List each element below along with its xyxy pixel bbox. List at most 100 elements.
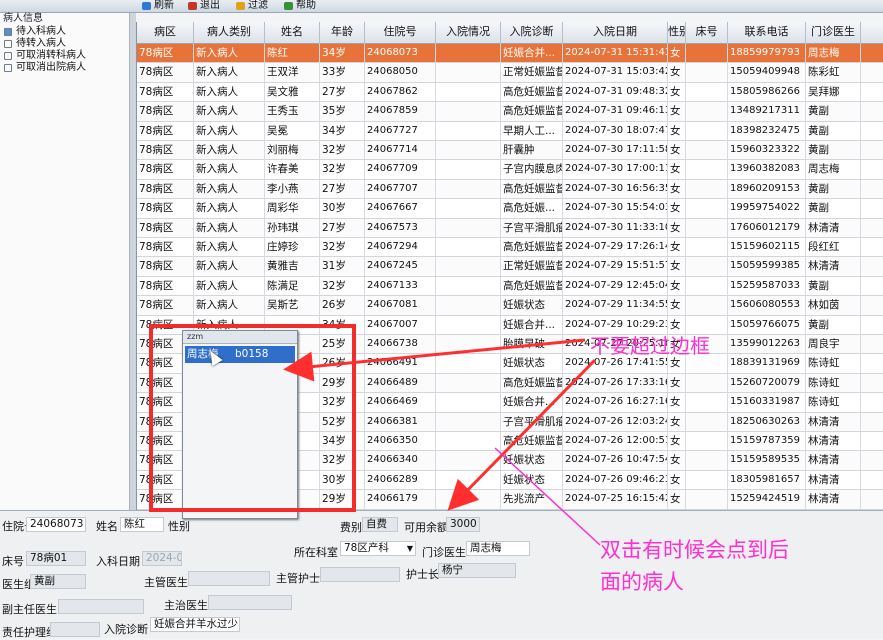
table-cell: 李小燕 [265, 180, 320, 199]
table-cell: 18305981657 [728, 471, 806, 490]
doctor-picker-popup[interactable]: zzm 周志梅 b0158 [182, 330, 298, 519]
table-cell: 15260720079 [728, 374, 806, 393]
table-cell [686, 160, 728, 179]
table-row[interactable]: 78病区新入病人王双洋33岁24068050正常妊娠监督2024-07-31 1… [137, 63, 883, 82]
tree-checkbox[interactable] [4, 40, 12, 48]
table-row[interactable]: 78病区新入病人吴文雅27岁24067862高危妊娠监督2024-07-31 0… [137, 83, 883, 102]
tree-item-cancel-discharge[interactable]: 可取消出院病人 [2, 62, 129, 74]
outpatient-doctor-field[interactable]: 周志梅 [466, 541, 530, 556]
tree-item-cancel-transfer[interactable]: 可取消转科病人 [2, 50, 129, 62]
table-row[interactable]: 78病区新入病人陈红34岁24068073妊娠合并...2024-07-31 1… [137, 44, 883, 63]
dept-select[interactable]: 78区产科▼ [340, 541, 416, 556]
table-cell: 黄副 [806, 199, 861, 218]
column-header[interactable]: 入院日期 [563, 22, 668, 44]
refresh-label: 刷新 [154, 0, 174, 11]
table-cell: 高危妊娠监督 [501, 432, 563, 451]
chief-doctor-field[interactable] [188, 571, 270, 586]
help-button[interactable]: 帮助 [282, 0, 316, 13]
table-cell: 新入病人 [194, 141, 265, 160]
tree-checkbox[interactable] [4, 28, 12, 36]
admit-diag-label: 入院诊断 [104, 621, 148, 637]
column-header[interactable]: 病区 [137, 22, 194, 44]
filter-button[interactable]: 过滤 [234, 0, 268, 13]
table-row[interactable]: 78病区新入病人吴斯艺26岁24067081妊娠状态2024-07-29 11:… [137, 296, 883, 315]
table-cell: 24066469 [365, 393, 436, 412]
table-cell: 女 [668, 160, 686, 179]
table-cell: 新入病人 [194, 122, 265, 141]
table-cell: 周彩华 [265, 199, 320, 218]
table-cell: 24066381 [365, 413, 436, 432]
head-nurse-field[interactable]: 杨宁 [438, 563, 516, 578]
table-cell [436, 180, 501, 199]
table-cell [686, 180, 728, 199]
table-cell: 2024-07-26 16:27:16 [563, 393, 668, 412]
column-header[interactable]: 入院情况 [436, 22, 501, 44]
column-header[interactable]: 入院诊断 [501, 22, 563, 44]
table-cell: 新入病人 [194, 63, 265, 82]
balance-field[interactable]: 3000 [446, 517, 480, 532]
admit-diag-field[interactable]: 妊娠合并羊水过少 [150, 617, 240, 632]
table-row[interactable]: 78病区新入病人吴冕34岁24067727早期人工...2024-07-30 1… [137, 122, 883, 141]
table-cell: 陈彩虹 [806, 63, 861, 82]
name-field[interactable]: 陈红 [120, 517, 164, 532]
column-header[interactable]: 门诊医生 [806, 22, 861, 44]
table-cell: 妊娠状态 [501, 354, 563, 373]
table-cell: 女 [668, 257, 686, 276]
tree-checkbox[interactable] [4, 52, 12, 60]
exit-icon [188, 2, 197, 10]
table-row[interactable]: 78病区新入病人庄婷珍32岁24067294高危妊娠监督2024-07-29 1… [137, 238, 883, 257]
table-row[interactable]: 78病区新入病人王秀玉35岁24067859高危妊娠监督2024-07-31 0… [137, 102, 883, 121]
table-cell: 33岁 [320, 63, 365, 82]
exit-button[interactable]: 退出 [186, 0, 220, 13]
table-cell: 18398232475 [728, 122, 806, 141]
treating-doctor-field[interactable] [208, 595, 292, 610]
table-cell: 新入病人 [194, 160, 265, 179]
table-cell: 2024-07-30 15:54:03 [563, 199, 668, 218]
fee-type-field[interactable]: 自费 [362, 517, 398, 532]
table-cell: 32岁 [320, 141, 365, 160]
table-cell: 31岁 [320, 257, 365, 276]
chief-nurse-field[interactable] [320, 567, 400, 582]
popup-item-doctor[interactable]: 周志梅 b0158 [185, 346, 295, 363]
duty-nurse-field[interactable] [50, 622, 100, 637]
table-cell: 2024-07-26 17:33:16 [563, 374, 668, 393]
admit-date-field[interactable]: 2024-0 [142, 551, 182, 566]
table-cell: 35岁 [320, 102, 365, 121]
table-cell [436, 63, 501, 82]
attending-field[interactable]: 黄副 [30, 574, 86, 589]
tree-checkbox[interactable] [4, 64, 12, 72]
table-cell: 新入病人 [194, 44, 265, 63]
outpatient-doctor-label: 门诊医生 [422, 544, 466, 560]
chief-nurse-label: 主管护士 [276, 570, 320, 586]
table-row[interactable]: 78病区新入病人许春美32岁24067709子宫内膜息肉2024-07-30 1… [137, 160, 883, 179]
table-row[interactable]: 78病区新入病人周彩华30岁24067667高危妊娠...2024-07-30 … [137, 199, 883, 218]
refresh-button[interactable]: 刷新 [140, 0, 174, 13]
table-cell [436, 354, 501, 373]
table-cell: 林清清 [806, 471, 861, 490]
table-row[interactable]: 78病区新入病人孙玮琪27岁24067573子宫平滑肌瘤2024-07-30 1… [137, 219, 883, 238]
column-header[interactable]: 床号 [686, 22, 728, 44]
tree-item-pending-admit[interactable]: 待入科病人 [2, 26, 129, 38]
inpatient-no-field[interactable]: 24068073 [26, 517, 86, 532]
tree-item-pending-transfer[interactable]: 待转入病人 [2, 38, 129, 50]
table-cell: 15059599385 [728, 257, 806, 276]
table-row[interactable]: 78病区新入病人黄雅吉31岁24067245正常妊娠监督2024-07-29 1… [137, 257, 883, 276]
head-nurse-label: 护士长 [406, 566, 439, 582]
column-header[interactable]: 病人类别 [194, 22, 265, 44]
table-row[interactable]: 78病区新入病人刘丽梅32岁24067714肝囊肿2024-07-30 17:1… [137, 141, 883, 160]
table-cell: 林清清 [806, 219, 861, 238]
column-header[interactable]: 年龄 [320, 22, 365, 44]
vice-director-field[interactable] [58, 599, 144, 614]
table-row[interactable]: 78病区新入病人李小燕27岁24067707高危妊娠监督2024-07-30 1… [137, 180, 883, 199]
bed-field[interactable]: 78病01 [26, 551, 86, 566]
table-cell: 32岁 [320, 393, 365, 412]
column-header[interactable]: 住院号 [365, 22, 436, 44]
table-cell: 黄副 [806, 122, 861, 141]
column-header[interactable]: 联系电话 [728, 22, 806, 44]
column-header[interactable]: 姓名 [265, 22, 320, 44]
dept-label: 所在科室 [294, 544, 338, 560]
column-header[interactable]: 性别 [668, 22, 686, 44]
table-cell [436, 374, 501, 393]
table-row[interactable]: 78病区新入病人陈满足32岁24067133高危妊娠监督2024-07-29 1… [137, 277, 883, 296]
table-cell: 王秀玉 [265, 102, 320, 121]
